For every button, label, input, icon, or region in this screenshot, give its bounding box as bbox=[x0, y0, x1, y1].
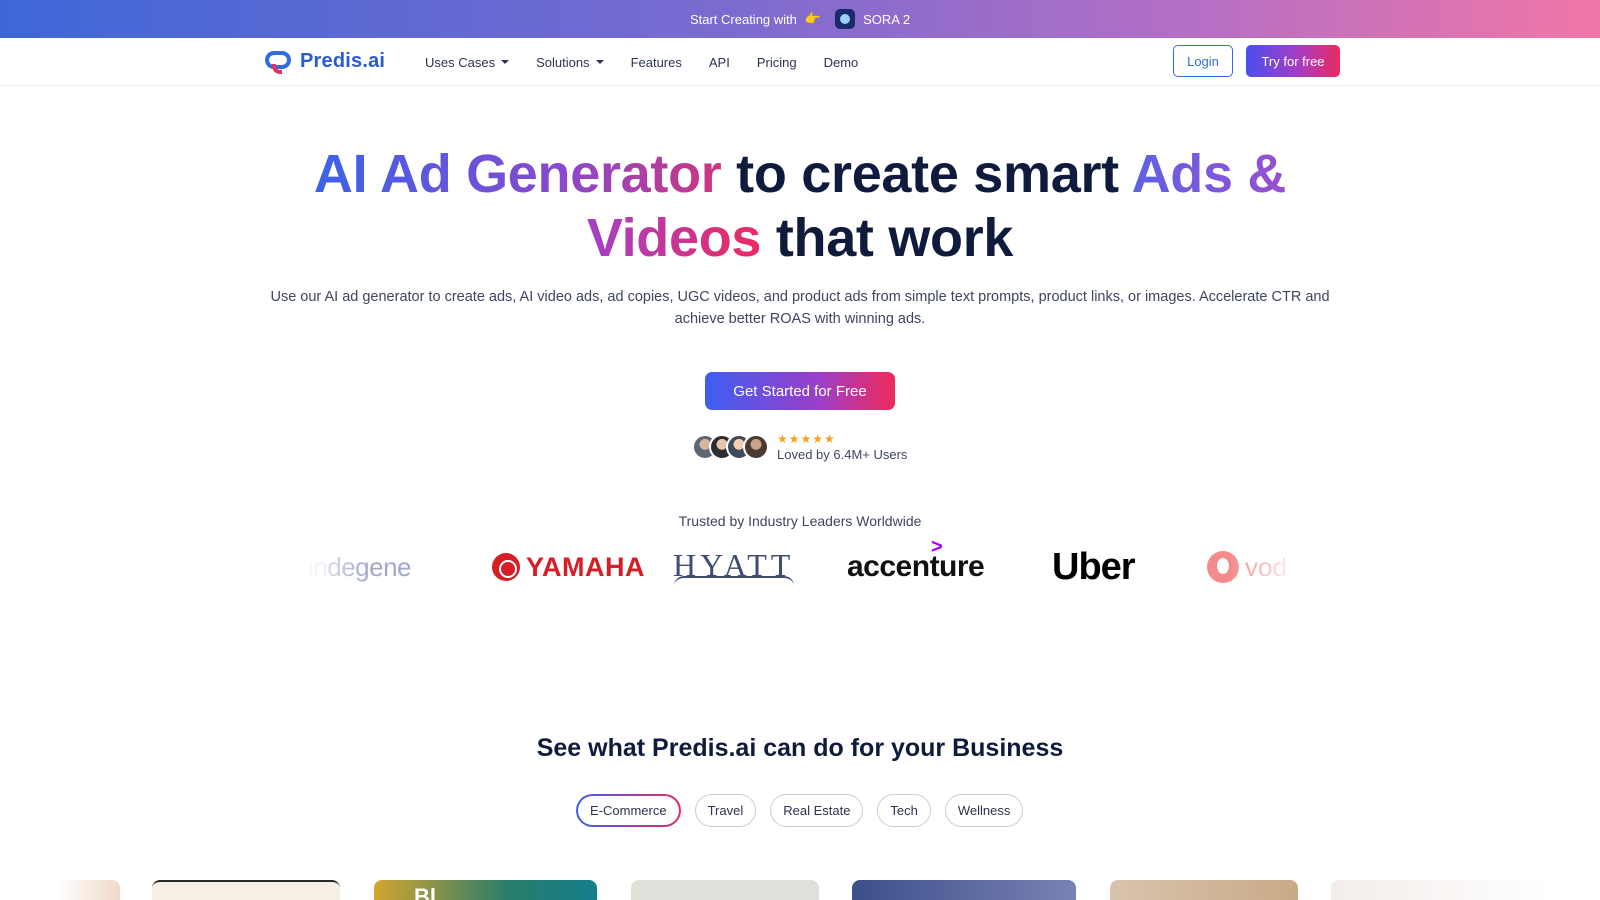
social-proof: ★★★★★ Loved by 6.4M+ Users bbox=[692, 432, 907, 462]
example-card[interactable] bbox=[152, 880, 340, 900]
menu-item-api[interactable]: API bbox=[709, 55, 730, 70]
accenture-logo: accenture > bbox=[847, 536, 985, 583]
logo-icon bbox=[264, 48, 294, 74]
example-card[interactable] bbox=[852, 880, 1076, 900]
logo-text: Predis.ai bbox=[300, 49, 386, 72]
loved-by-text: Loved by 6.4M+ Users bbox=[777, 446, 908, 462]
main-menu: Uses Cases Solutions Features API Pricin… bbox=[425, 38, 858, 86]
rating-stars-icon: ★★★★★ bbox=[777, 431, 836, 446]
hero-title-text-1: to create smart bbox=[721, 144, 1132, 204]
trusted-heading: Trusted by Industry Leaders Worldwide bbox=[678, 513, 922, 529]
example-card[interactable] bbox=[631, 880, 819, 900]
menu-label: Demo bbox=[823, 54, 859, 70]
example-card-title: Bl... bbox=[414, 884, 455, 900]
tab-travel[interactable]: Travel bbox=[694, 794, 757, 827]
sora-icon bbox=[835, 9, 856, 29]
hero-title-highlight-1: AI Ad Generator bbox=[313, 144, 722, 204]
example-card[interactable] bbox=[374, 880, 597, 900]
uber-logo: Uber bbox=[1052, 545, 1136, 588]
client-logos-strip: indegene YAMAHA HYATT accenture > Uber v… bbox=[300, 532, 1300, 602]
menu-label: Features bbox=[630, 54, 682, 70]
example-card[interactable] bbox=[1110, 880, 1298, 900]
promo-banner[interactable]: Start Creating with 👉 SORA 2 bbox=[0, 0, 1600, 38]
avatar bbox=[743, 434, 769, 460]
promo-product: SORA 2 bbox=[863, 11, 911, 27]
menu-label: Pricing bbox=[756, 54, 797, 70]
promo-text: Start Creating with bbox=[689, 11, 797, 27]
hero-title-highlight-2: Ads & bbox=[1131, 144, 1287, 204]
try-for-free-button[interactable]: Try for free bbox=[1246, 45, 1340, 77]
menu-label: API bbox=[708, 54, 730, 70]
accenture-chevron-icon: > bbox=[931, 536, 943, 558]
example-card[interactable] bbox=[1331, 880, 1551, 900]
example-card[interactable] bbox=[56, 880, 120, 900]
tab-e-commerce[interactable]: E-Commerce bbox=[576, 794, 681, 827]
tab-wellness[interactable]: Wellness bbox=[944, 794, 1024, 827]
menu-item-use-cases[interactable]: Uses Cases bbox=[425, 54, 510, 70]
menu-item-solutions[interactable]: Solutions bbox=[536, 54, 604, 70]
menu-label: Solutions bbox=[536, 54, 590, 70]
hero-title-text-2: that work bbox=[761, 208, 1014, 268]
tab-real-estate[interactable]: Real Estate bbox=[770, 794, 864, 827]
menu-label: Uses Cases bbox=[425, 54, 496, 70]
logo-fade-left bbox=[300, 530, 370, 604]
yamaha-emblem-icon bbox=[492, 553, 520, 581]
site-logo[interactable]: Predis.ai bbox=[264, 48, 385, 74]
yamaha-logo: YAMAHA bbox=[492, 532, 645, 602]
menu-item-demo[interactable]: Demo bbox=[824, 55, 859, 70]
industry-tabs: E-Commerce Travel Real Estate Tech Welln… bbox=[576, 794, 1024, 827]
menu-item-features[interactable]: Features bbox=[631, 55, 682, 70]
pointing-hand-icon: 👉 bbox=[804, 11, 822, 26]
get-started-button[interactable]: Get Started for Free bbox=[705, 372, 895, 410]
business-section-title: See what Predis.ai can do for your Busin… bbox=[536, 734, 1064, 762]
menu-item-pricing[interactable]: Pricing bbox=[757, 55, 797, 70]
chevron-down-icon bbox=[501, 60, 510, 64]
user-avatars bbox=[692, 434, 769, 460]
top-nav: Predis.ai Uses Cases Solutions Features … bbox=[0, 38, 1600, 86]
chevron-down-icon bbox=[595, 60, 604, 64]
hero-title-highlight-3: Videos bbox=[586, 208, 762, 268]
logo-fade-right bbox=[1230, 530, 1300, 604]
hyatt-logo: HYATT bbox=[673, 532, 794, 602]
tab-tech[interactable]: Tech bbox=[877, 794, 931, 827]
hero-subtitle: Use our AI ad generator to create ads, A… bbox=[270, 289, 1330, 327]
login-button[interactable]: Login bbox=[1173, 45, 1233, 77]
hero-title: AI Ad Generator to create smart Ads & Vid… bbox=[200, 142, 1400, 270]
